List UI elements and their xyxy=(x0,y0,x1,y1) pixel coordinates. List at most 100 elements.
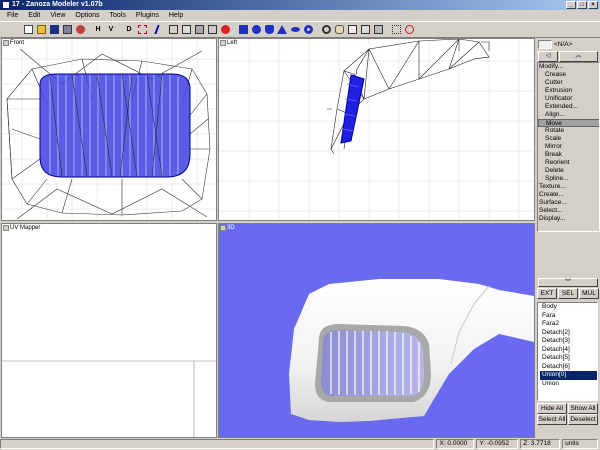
tool-item-reorient[interactable]: Reorient xyxy=(538,159,599,167)
snap-icon[interactable] xyxy=(403,24,415,36)
properties-icon[interactable] xyxy=(61,24,73,36)
object-list-item[interactable]: Detach[4] xyxy=(540,346,597,355)
tool-item-crease[interactable]: Crease xyxy=(538,71,599,79)
tool-item-scale[interactable]: Scale xyxy=(538,135,599,143)
cube-blue-icon[interactable] xyxy=(237,24,249,36)
tool-item-surface[interactable]: Surface... xyxy=(538,199,599,207)
front-viewport-title: Front xyxy=(2,39,25,47)
tool-item-select[interactable]: Select... xyxy=(538,207,599,215)
new-file-icon[interactable] xyxy=(22,24,34,36)
panel-scroll-up-button[interactable]: ◁ xyxy=(538,51,558,62)
mul-button[interactable]: MUL xyxy=(579,288,599,299)
fit-all-icon[interactable] xyxy=(359,24,371,36)
edge-select-icon[interactable] xyxy=(153,24,167,36)
viewport-menu-icon[interactable] xyxy=(3,40,9,46)
tool-item-modify[interactable]: Modify... xyxy=(538,63,599,71)
viewport-menu-icon[interactable] xyxy=(220,40,226,46)
uv-mapper-viewport[interactable]: UV Mapper xyxy=(1,223,217,438)
status-x: X: 0.0000 xyxy=(436,439,475,449)
v-button[interactable]: V xyxy=(105,24,117,36)
viewport-menu-icon[interactable] xyxy=(220,225,226,231)
tool-item-extrusion[interactable]: Extrusion xyxy=(538,87,599,95)
app-icon xyxy=(2,1,10,9)
tool-item-extended[interactable]: Extended... xyxy=(538,103,599,111)
zoom-icon[interactable] xyxy=(320,24,332,36)
status-main xyxy=(0,439,435,449)
maximize-button[interactable]: □ xyxy=(577,1,587,9)
3d-viewport-canvas[interactable] xyxy=(219,224,534,437)
cube-solid-icon[interactable] xyxy=(193,24,205,36)
show-all-button[interactable]: Show All xyxy=(568,403,598,414)
menu-edit[interactable]: Edit xyxy=(23,12,45,19)
menu-plugins[interactable]: Plugins xyxy=(131,12,164,19)
vertex-icon[interactable] xyxy=(136,24,148,36)
object-list-item[interactable]: Union xyxy=(540,380,597,389)
undo-icon[interactable] xyxy=(74,24,86,36)
open-file-icon[interactable] xyxy=(35,24,47,36)
menu-file[interactable]: File xyxy=(2,12,23,19)
pan-hand-icon[interactable] xyxy=(333,24,345,36)
object-list-item[interactable]: Detach[6] xyxy=(540,363,597,372)
tool-item-unificator[interactable]: Unificator xyxy=(538,95,599,103)
panel-collapse-button[interactable]: ︽ xyxy=(559,51,598,62)
3d-label: 3D xyxy=(227,225,235,231)
menu-view[interactable]: View xyxy=(45,12,70,19)
close-button[interactable]: × xyxy=(588,1,598,9)
cube-wire-icon[interactable] xyxy=(167,24,179,36)
object-list-item[interactable]: Detach[2] xyxy=(540,329,597,338)
front-viewport[interactable]: Front xyxy=(1,38,217,221)
object-list[interactable]: Body Fara Fara2 Detach[2] Detach[3] Detach[4]… xyxy=(537,302,598,401)
left-viewport[interactable]: Left xyxy=(218,38,535,221)
left-viewport-canvas[interactable] xyxy=(219,38,534,220)
tool-item-rotate[interactable]: Rotate xyxy=(538,127,599,135)
torus-blue-icon[interactable] xyxy=(302,24,314,36)
save-icon[interactable] xyxy=(48,24,60,36)
object-list-item[interactable]: Fara2 xyxy=(540,320,597,329)
cube-face-icon[interactable] xyxy=(180,24,192,36)
fit-view-icon[interactable] xyxy=(346,24,358,36)
grid-select-icon[interactable] xyxy=(390,24,402,36)
hide-all-button[interactable]: Hide All xyxy=(537,403,567,414)
tool-item-display[interactable]: Display... xyxy=(538,215,599,223)
tool-item-cutter[interactable]: Cutter xyxy=(538,79,599,87)
object-list-item[interactable]: Union[0] xyxy=(540,371,597,380)
object-icon[interactable] xyxy=(538,40,552,49)
menu-help[interactable]: Help xyxy=(164,12,188,19)
tool-item-delete[interactable]: Delete xyxy=(538,167,599,175)
panel-expand-button[interactable]: ︾ xyxy=(538,278,598,287)
object-list-item[interactable]: Fara xyxy=(540,312,597,321)
sel-button[interactable]: SEL xyxy=(558,288,578,299)
viewport-menu-icon[interactable] xyxy=(3,225,9,231)
sphere-blue-icon[interactable] xyxy=(250,24,262,36)
tool-item-break[interactable]: Break xyxy=(538,151,599,159)
status-units: units xyxy=(562,439,598,449)
minimize-button[interactable]: _ xyxy=(566,1,576,9)
3d-viewport[interactable]: 3D xyxy=(218,223,535,438)
tool-item-spline[interactable]: Spline... xyxy=(538,175,599,183)
tool-item-create[interactable]: Create... xyxy=(538,191,599,199)
object-list-item[interactable]: Detach[3] xyxy=(540,337,597,346)
toolbar: H V D xyxy=(0,21,600,38)
h-button[interactable]: H xyxy=(92,24,104,36)
tool-item-align[interactable]: Align... xyxy=(538,111,599,119)
ext-button[interactable]: EXT xyxy=(537,288,557,299)
cube-box-icon[interactable] xyxy=(206,24,218,36)
tool-item-mirror[interactable]: Mirror xyxy=(538,143,599,151)
deselect-button[interactable]: Deselect xyxy=(568,414,598,425)
front-viewport-canvas[interactable] xyxy=(2,39,216,220)
d-button[interactable]: D xyxy=(123,24,135,36)
select-all-button[interactable]: Select All xyxy=(537,414,567,425)
cylinder-blue-icon[interactable] xyxy=(263,24,275,36)
tool-item-texture[interactable]: Texture... xyxy=(538,183,599,191)
render-view-icon[interactable] xyxy=(372,24,384,36)
disc-blue-icon[interactable] xyxy=(289,24,301,36)
uv-mapper-canvas[interactable] xyxy=(2,224,216,437)
tool-item-move[interactable]: Move xyxy=(538,119,599,127)
sphere-red-icon[interactable] xyxy=(219,24,231,36)
object-list-item[interactable]: Detach[5] xyxy=(540,354,597,363)
menu-tools[interactable]: Tools xyxy=(105,12,131,19)
uv-label: UV Mapper xyxy=(10,225,41,231)
object-list-item[interactable]: Body xyxy=(540,303,597,312)
cone-blue-icon[interactable] xyxy=(276,24,288,36)
menu-options[interactable]: Options xyxy=(70,12,104,19)
